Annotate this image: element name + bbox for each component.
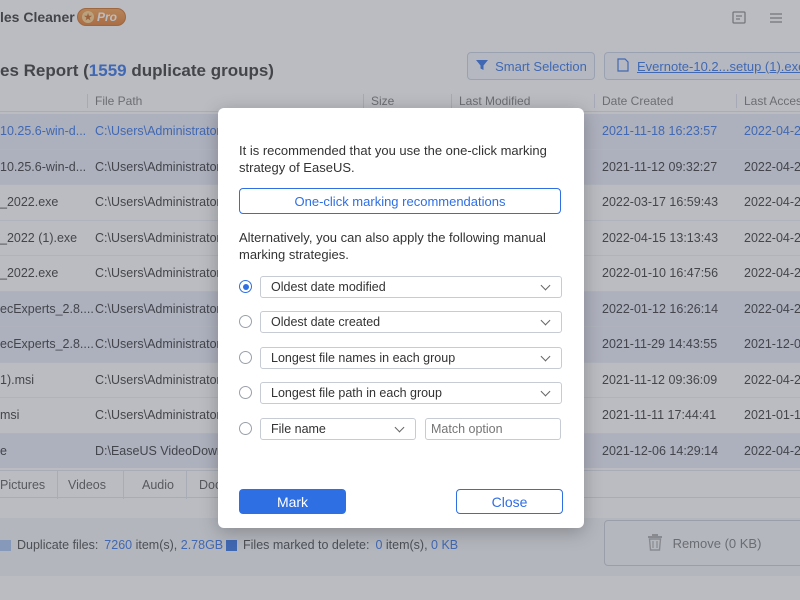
- radio-longest-name[interactable]: [239, 351, 252, 364]
- chevron-down-icon: [540, 351, 551, 362]
- strategy-option-oldest-created: Oldest date created: [239, 311, 563, 333]
- radio-file-name[interactable]: [239, 422, 252, 435]
- close-button[interactable]: Close: [456, 489, 563, 514]
- oldest-modified-select[interactable]: Oldest date modified: [260, 276, 562, 298]
- oldest-created-select[interactable]: Oldest date created: [260, 311, 562, 333]
- recommendation-text: It is recommended that you use the one-c…: [239, 143, 547, 175]
- strategy-option-file-name: File name: [239, 418, 563, 440]
- match-option-input[interactable]: [425, 418, 561, 440]
- longest-path-select[interactable]: Longest file path in each group: [260, 382, 562, 404]
- radio-oldest-modified[interactable]: [239, 280, 252, 293]
- chevron-down-icon: [540, 315, 551, 326]
- one-click-marking-button[interactable]: One-click marking recommendations: [239, 188, 561, 214]
- chevron-down-icon: [540, 386, 551, 397]
- radio-longest-path[interactable]: [239, 386, 252, 399]
- strategy-option-oldest-modified: Oldest date modified: [239, 276, 563, 298]
- radio-oldest-created[interactable]: [239, 315, 252, 328]
- chevron-down-icon: [540, 280, 551, 291]
- file-name-select[interactable]: File name: [260, 418, 416, 440]
- manual-strategy-text: Alternatively, you can also apply the fo…: [239, 230, 546, 262]
- mark-button[interactable]: Mark: [239, 489, 346, 514]
- chevron-down-icon: [394, 422, 405, 433]
- strategy-option-longest-path: Longest file path in each group: [239, 382, 563, 404]
- longest-name-select[interactable]: Longest file names in each group: [260, 347, 562, 369]
- strategy-option-longest-name: Longest file names in each group: [239, 347, 563, 369]
- marking-strategy-dialog: It is recommended that you use the one-c…: [218, 108, 584, 528]
